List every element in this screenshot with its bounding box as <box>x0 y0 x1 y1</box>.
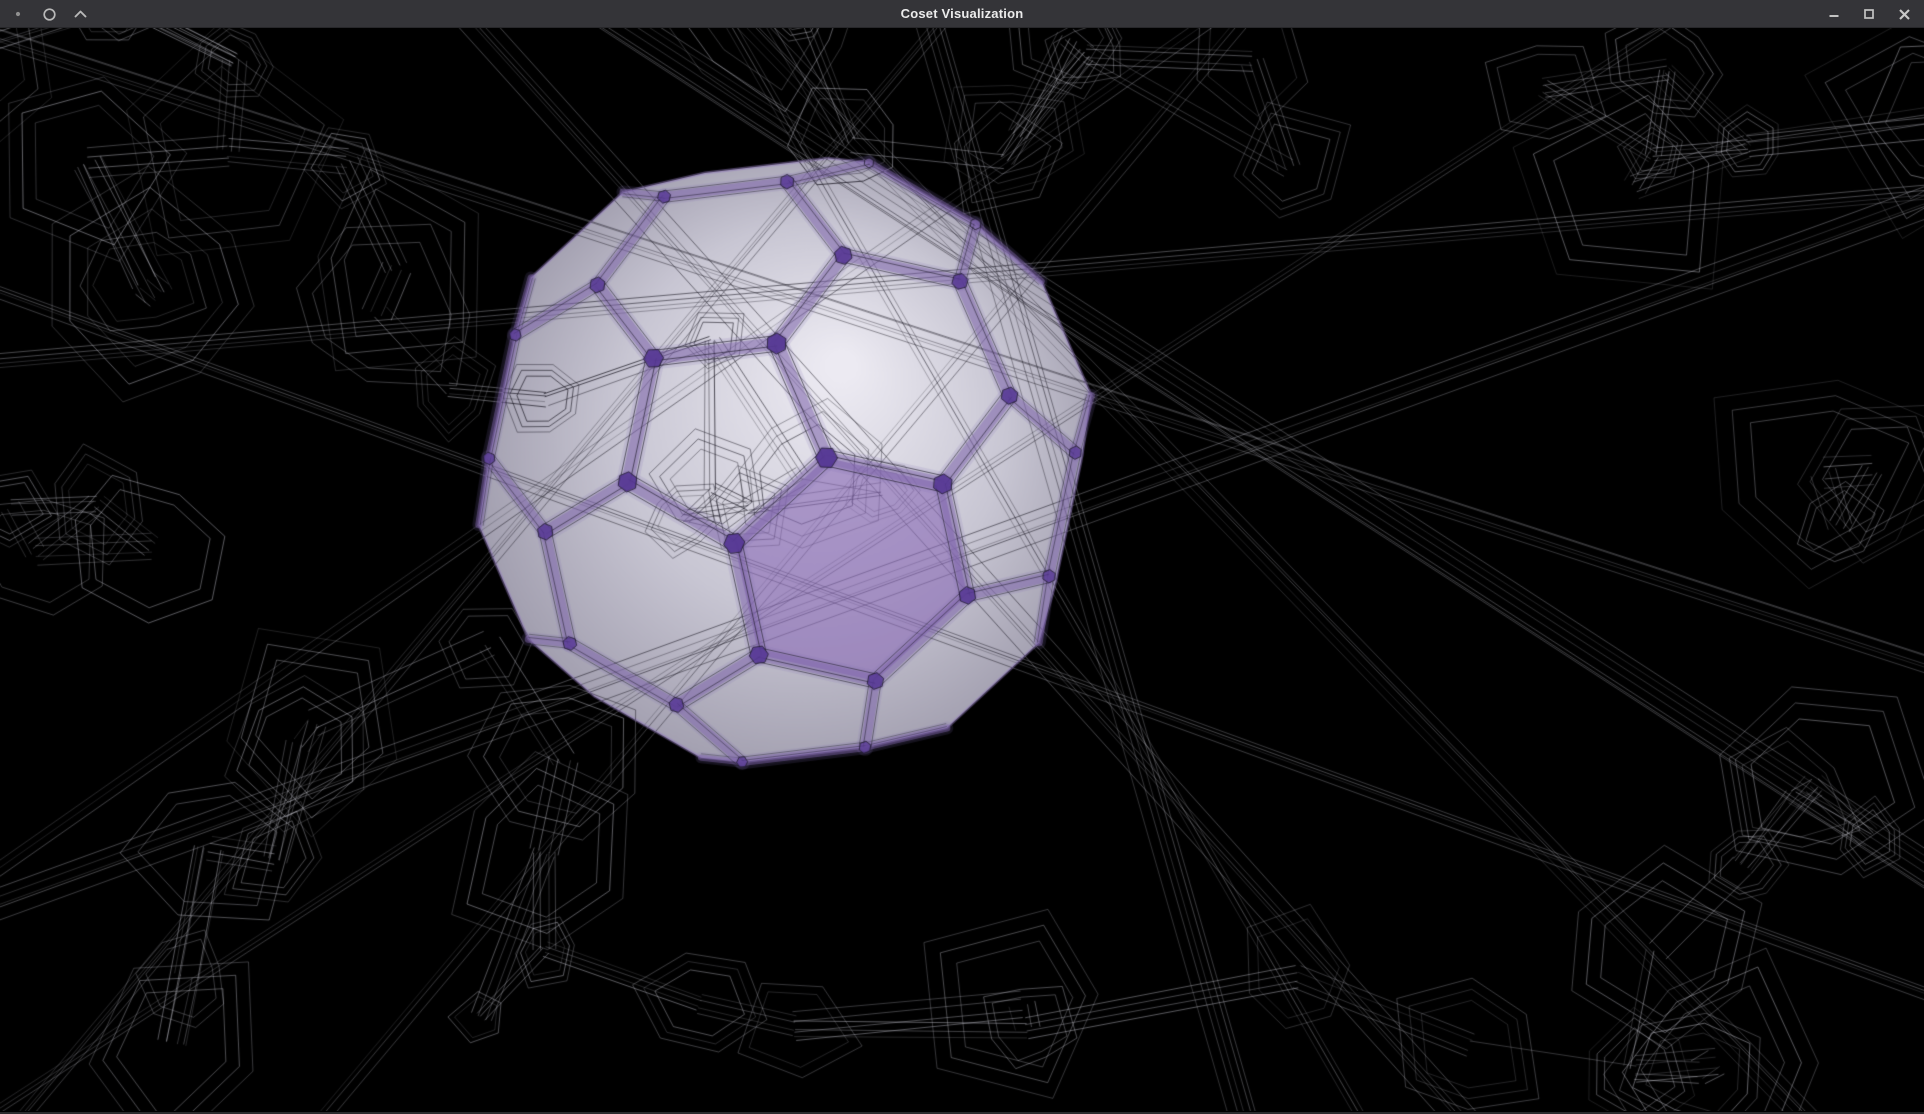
viewport <box>0 28 1924 1112</box>
titlebar-left-icons <box>10 0 88 28</box>
window-title: Coset Visualization <box>0 0 1924 28</box>
maximize-button[interactable] <box>1861 4 1877 24</box>
app-window: Coset Visualization <box>0 0 1924 1114</box>
menu-dot-icon[interactable] <box>10 4 26 24</box>
viewport-canvas[interactable] <box>0 28 1924 1111</box>
circle-icon[interactable] <box>41 4 57 24</box>
minimize-button[interactable] <box>1826 4 1842 24</box>
close-button[interactable] <box>1896 4 1912 24</box>
titlebar-controls <box>1826 0 1912 28</box>
titlebar[interactable]: Coset Visualization <box>0 0 1924 28</box>
chevron-up-icon[interactable] <box>72 4 88 24</box>
